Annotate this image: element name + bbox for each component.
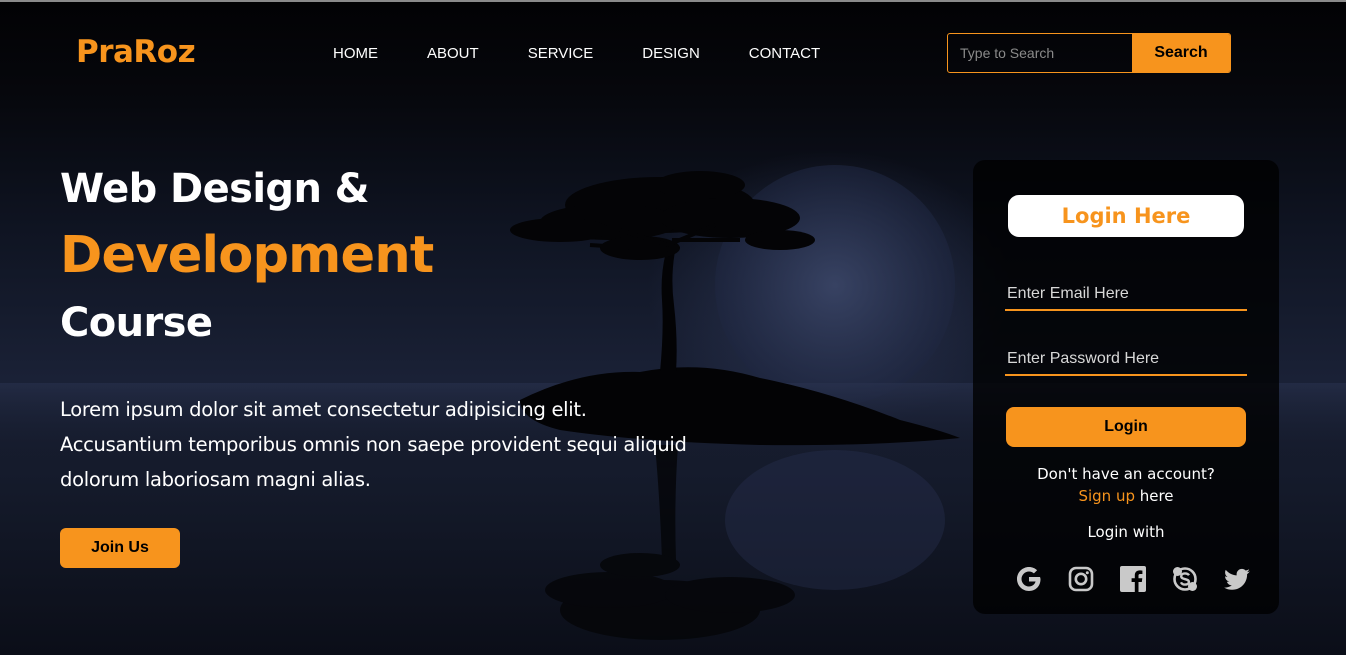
nav-home[interactable]: HOME bbox=[333, 45, 378, 62]
skype-icon[interactable] bbox=[1169, 563, 1201, 595]
twitter-icon[interactable] bbox=[1221, 563, 1253, 595]
email-field[interactable] bbox=[1005, 279, 1247, 311]
hero-title-line2: Development bbox=[60, 226, 434, 285]
search-button[interactable]: Search bbox=[1132, 34, 1230, 72]
login-title: Login Here bbox=[1008, 195, 1244, 237]
instagram-icon[interactable] bbox=[1065, 563, 1097, 595]
login-with-text: Login with bbox=[1087, 523, 1165, 541]
no-account-text: Don't have an account? bbox=[1037, 465, 1215, 483]
signup-link[interactable]: Sign up bbox=[1078, 487, 1135, 505]
search-bar: Search bbox=[947, 33, 1231, 73]
brand-logo[interactable]: PraRoz bbox=[76, 34, 196, 70]
signup-suffix: here bbox=[1134, 487, 1174, 505]
nav-about[interactable]: ABOUT bbox=[427, 45, 479, 62]
social-login-row bbox=[1013, 563, 1253, 595]
nav-design[interactable]: DESIGN bbox=[642, 45, 700, 62]
hero-title-line3: Course bbox=[60, 300, 213, 346]
nav-contact[interactable]: CONTACT bbox=[749, 45, 820, 62]
join-us-button[interactable]: Join Us bbox=[60, 528, 180, 568]
search-input[interactable] bbox=[948, 34, 1132, 72]
login-button[interactable]: Login bbox=[1006, 407, 1246, 447]
login-card: Login Here Login Don't have an account? … bbox=[973, 160, 1279, 614]
facebook-icon[interactable] bbox=[1117, 563, 1149, 595]
google-icon[interactable] bbox=[1013, 563, 1045, 595]
hero-paragraph: Lorem ipsum dolor sit amet consectetur a… bbox=[60, 398, 687, 491]
signup-row: Sign up here bbox=[973, 487, 1279, 505]
hero-title-line1: Web Design & bbox=[60, 166, 370, 212]
nav-service[interactable]: SERVICE bbox=[528, 45, 594, 62]
password-field[interactable] bbox=[1005, 344, 1247, 376]
main-nav: HOME ABOUT SERVICE DESIGN CONTACT bbox=[333, 45, 869, 62]
